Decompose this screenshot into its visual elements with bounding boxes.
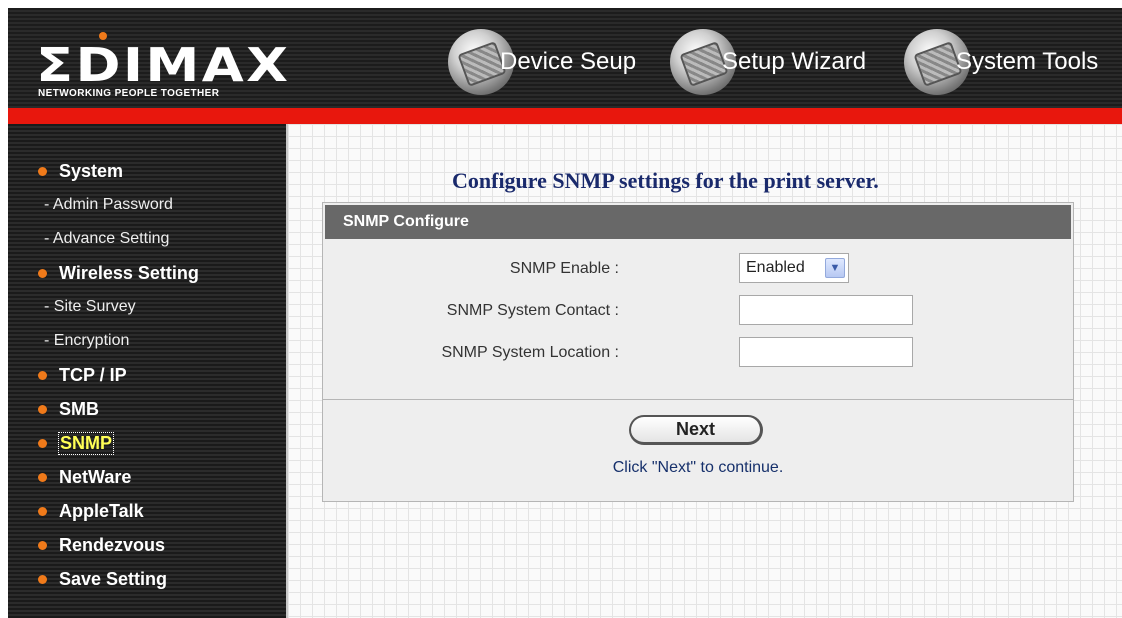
nav-system-tools[interactable]: System Tools [904,22,1098,102]
sidebar-item-label: AppleTalk [59,500,144,521]
panel-title: SNMP Configure [325,205,1071,239]
bullet-icon [38,472,47,482]
snmp-enable-select[interactable]: Enabled ▼ [739,253,849,283]
snmp-enable-value: Enabled [746,259,805,276]
snmp-configure-panel: SNMP Configure SNMP Enable : Enabled ▼ S… [322,202,1074,502]
header: ΣDIMAX NETWORKING PEOPLE TOGETHER Device… [8,8,1122,108]
bullet-icon [38,166,47,176]
snmp-enable-label: SNMP Enable : [509,260,619,277]
sidebar-item-label: SNMP [57,431,115,455]
sidebar-item-label: Wireless Setting [59,262,199,283]
chevron-down-icon[interactable]: ▼ [825,258,845,278]
nav-label: Setup Wizard [722,48,867,75]
snmp-contact-label: SNMP System Contact : [446,302,619,319]
sidebar-item-appletalk[interactable]: AppleTalk [8,494,286,528]
sidebar-item-system[interactable]: System [8,154,286,188]
sidebar-item-label: - Site Survey [44,298,136,315]
snmp-contact-input[interactable] [739,295,913,325]
sidebar-item-label: - Admin Password [44,196,173,213]
sidebar-item-admin-password[interactable]: - Admin Password [8,188,286,222]
nav-label: Device Seup [500,48,637,75]
page-title: Configure SNMP settings for the print se… [452,168,879,193]
logo-tagline: NETWORKING PEOPLE TOGETHER [38,88,220,99]
sidebar-item-label: System [59,160,124,181]
sidebar-item-rendezvous[interactable]: Rendezvous [8,528,286,562]
nav-device-setup[interactable]: Device Seup [448,22,636,102]
sidebar-item-smb[interactable]: SMB [8,392,286,426]
snmp-contact-row: SNMP System Contact : [323,295,1073,329]
sidebar-item-netware[interactable]: NetWare [8,460,286,494]
snmp-location-input[interactable] [739,337,913,367]
sidebar-item-snmp[interactable]: SNMP [8,426,286,460]
bullet-icon [38,438,47,448]
snmp-location-row: SNMP System Location : [323,337,1073,371]
next-button[interactable]: Next [629,415,763,445]
snmp-location-label: SNMP System Location : [441,344,619,361]
sidebar-item-tcp-ip[interactable]: TCP / IP [8,358,286,392]
bullet-icon [38,540,47,550]
sidebar-item-label: Rendezvous [59,534,166,555]
sidebar-item-label: - Encryption [44,332,130,349]
sidebar-item-label: TCP / IP [59,364,127,385]
bullet-icon [38,574,47,584]
sidebar-item-label: SMB [59,398,99,419]
bullet-icon [38,370,47,380]
panel-divider [323,399,1073,400]
main-content: Configure SNMP settings for the print se… [286,124,1122,618]
bullet-icon [38,506,47,516]
sidebar-item-save-setting[interactable]: Save Setting [8,562,286,596]
bullet-icon [38,404,47,414]
sidebar-item-label: - Advance Setting [44,230,170,247]
next-hint: Click "Next" to continue. [612,459,784,476]
nav-label: System Tools [956,48,1099,75]
bullet-icon [38,268,47,278]
sidebar-item-encryption[interactable]: - Encryption [8,324,286,358]
sidebar-item-advance-setting[interactable]: - Advance Setting [8,222,286,256]
logo-text: ΣDIMAX [36,38,291,92]
sidebar-item-wireless-setting[interactable]: Wireless Setting [8,256,286,290]
snmp-enable-row: SNMP Enable : Enabled ▼ [323,253,1073,287]
edimax-logo[interactable]: ΣDIMAX NETWORKING PEOPLE TOGETHER [36,30,288,100]
nav-setup-wizard[interactable]: Setup Wizard [670,22,866,102]
sidebar-item-label: Save Setting [59,568,168,589]
sidebar-item-site-survey[interactable]: - Site Survey [8,290,286,324]
header-red-bar [8,108,1122,124]
sidebar-item-label: NetWare [59,466,132,487]
sidebar: System - Admin Password - Advance Settin… [8,124,286,618]
